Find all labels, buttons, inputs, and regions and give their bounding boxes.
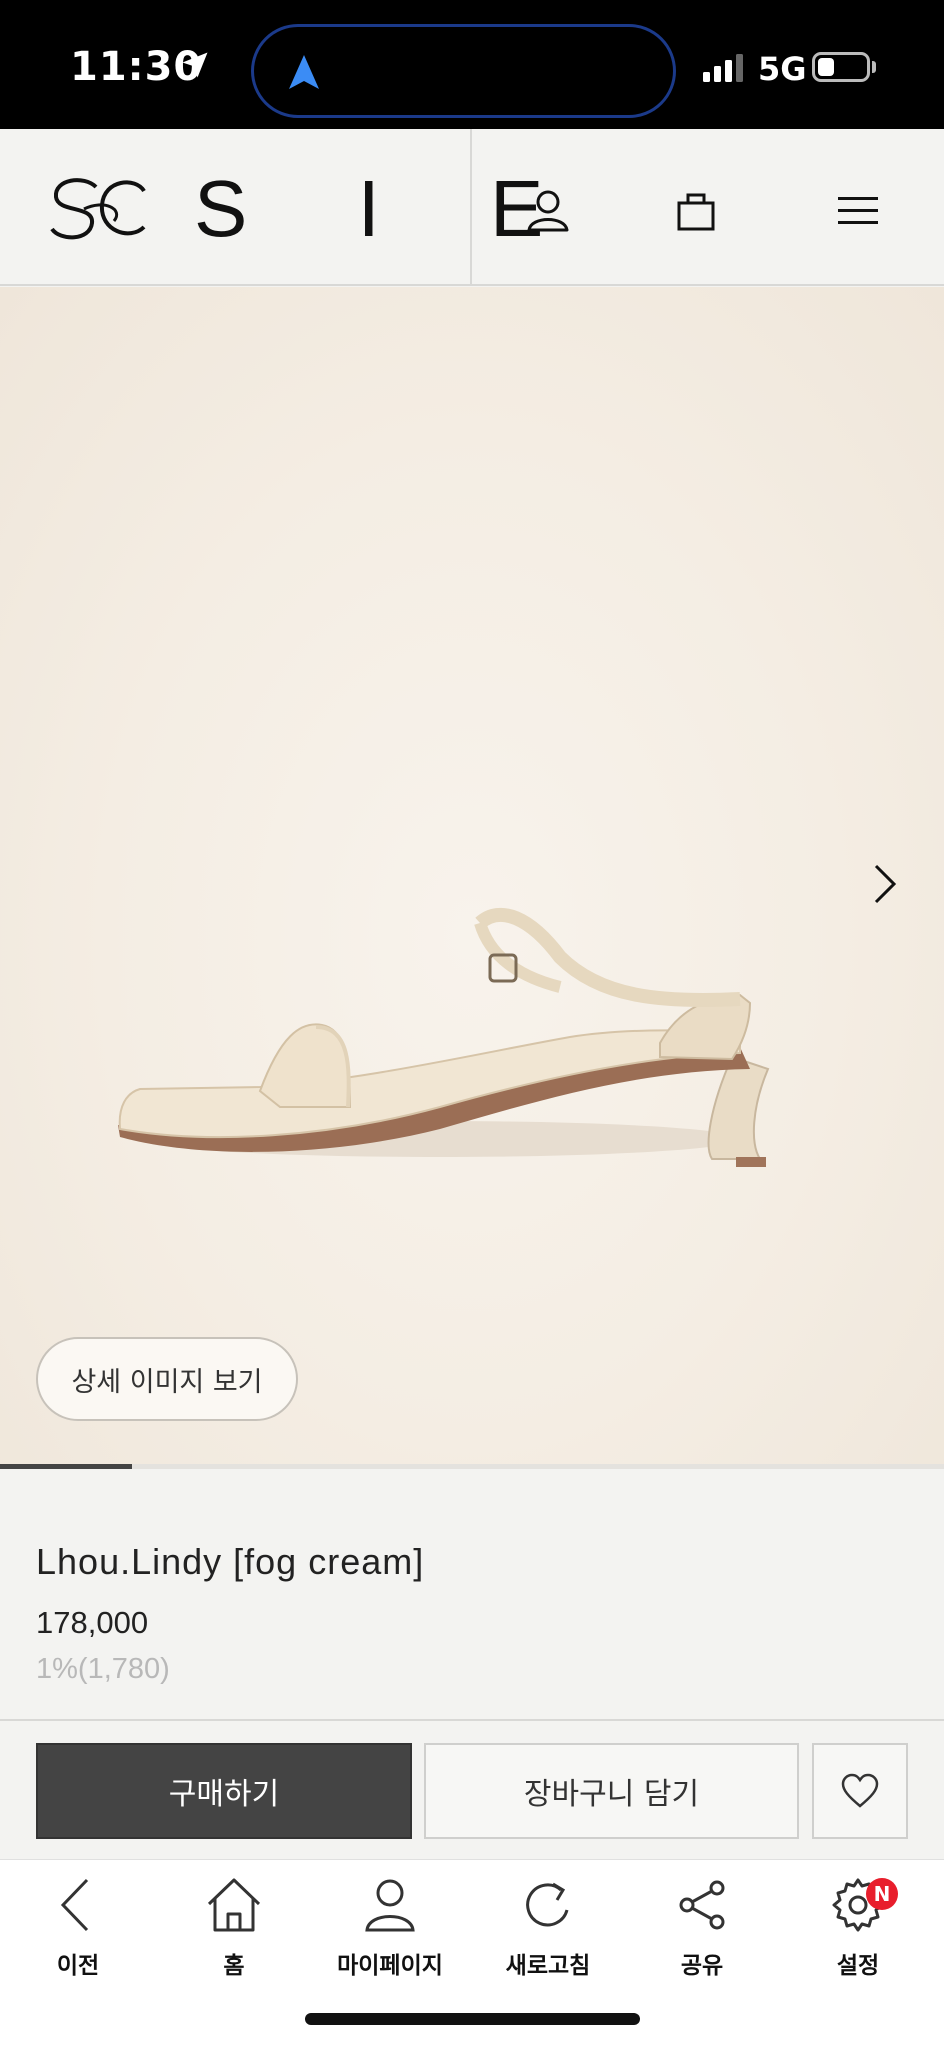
home-icon	[207, 1878, 261, 1932]
user-icon	[527, 190, 569, 232]
location-arrow-icon	[182, 52, 208, 78]
brand-monogram-icon	[50, 178, 146, 240]
purchase-actions: 구매하기 장바구니 담기	[0, 1719, 944, 1859]
nav-back-label: 이전	[56, 1953, 100, 1979]
nav-refresh-label: 새로고침	[505, 1953, 591, 1979]
wishlist-button[interactable]	[812, 1743, 908, 1839]
cart-button[interactable]	[666, 181, 726, 241]
account-button[interactable]	[518, 181, 578, 241]
heart-icon	[841, 1773, 879, 1808]
site-header: S I E	[0, 129, 944, 286]
notification-badge: N	[866, 1878, 898, 1910]
nav-home-label: 홈	[223, 1953, 245, 1979]
product-name: Lhou.Lindy [fog cream]	[36, 1541, 425, 1582]
status-bar: 11:30 5G	[0, 0, 944, 129]
nav-home[interactable]: 홈	[164, 1874, 304, 1984]
nav-settings[interactable]: N 설정	[788, 1874, 928, 1984]
product-image-gallery[interactable]: 상세 이미지 보기	[0, 287, 944, 1467]
nav-settings-label: 설정	[836, 1953, 880, 1979]
menu-button[interactable]	[828, 181, 888, 241]
brand-logo[interactable]: S I E	[44, 164, 587, 253]
nav-share-label: 공유	[680, 1953, 724, 1979]
battery-icon	[812, 52, 870, 82]
menu-icon	[838, 197, 878, 224]
product-info: Lhou.Lindy [fog cream] 178,000 1%(1,780)	[0, 1469, 944, 1719]
nav-refresh[interactable]: 새로고침	[478, 1874, 618, 1984]
buy-now-button[interactable]: 구매하기	[36, 1743, 412, 1839]
product-image	[118, 907, 770, 1167]
nav-mypage-label: 마이페이지	[337, 1953, 443, 1979]
product-points: 1%(1,780)	[36, 1653, 170, 1685]
user-icon	[365, 1879, 415, 1932]
nav-mypage[interactable]: 마이페이지	[320, 1874, 460, 1984]
navigation-arrow-icon	[289, 55, 319, 89]
dynamic-island	[251, 24, 676, 118]
nav-back[interactable]: 이전	[8, 1874, 148, 1984]
add-to-cart-button[interactable]: 장바구니 담기	[424, 1743, 799, 1839]
refresh-icon	[526, 1882, 569, 1927]
network-type: 5G	[758, 50, 807, 88]
chevron-right-icon[interactable]	[870, 862, 900, 906]
view-detail-images-button[interactable]: 상세 이미지 보기	[36, 1337, 298, 1421]
nav-share[interactable]: 공유	[632, 1874, 772, 1984]
product-price: 178,000	[36, 1605, 149, 1640]
signal-icon	[703, 54, 743, 82]
shopping-bag-icon	[677, 193, 715, 231]
share-icon	[679, 1880, 725, 1930]
home-indicator	[305, 2013, 640, 2025]
back-icon	[60, 1878, 89, 1932]
